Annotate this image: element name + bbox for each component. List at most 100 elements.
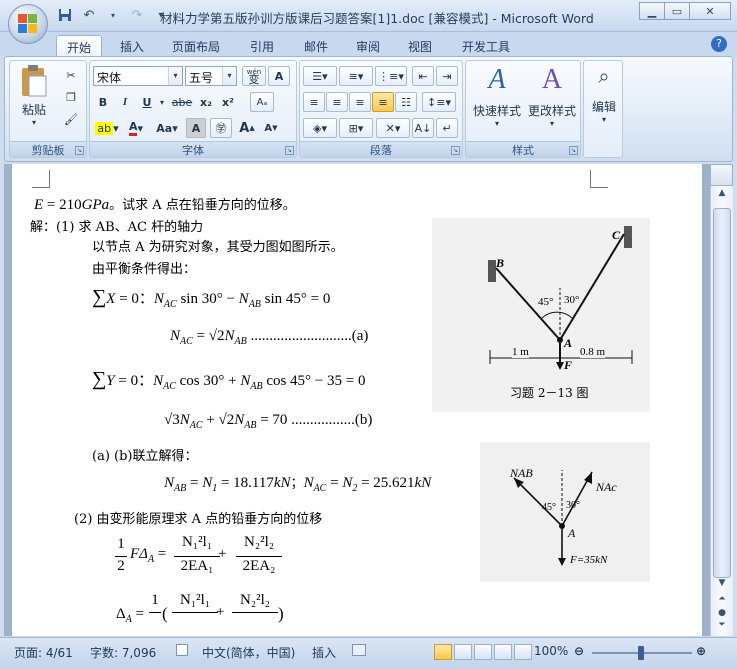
- clipboard-group: 粘贴 ▾ ✂ ❐ 🖌 剪贴板 ↘: [9, 60, 87, 158]
- scroll-down-icon[interactable]: ▼: [714, 578, 730, 594]
- paragraph-dialog-launcher-icon[interactable]: ↘: [451, 146, 460, 155]
- bold-button[interactable]: B: [93, 92, 113, 112]
- outline-view-button[interactable]: [494, 644, 512, 660]
- status-page[interactable]: 页面: 4/61: [14, 644, 73, 661]
- align-left-button[interactable]: ≡: [303, 92, 325, 112]
- binoculars-icon: ⌕: [598, 64, 610, 88]
- enclose-char-button[interactable]: ㊫: [210, 118, 232, 138]
- close-button[interactable]: ✕: [689, 2, 731, 20]
- numbering-button[interactable]: ≡▾: [339, 66, 373, 86]
- shrink-font-button[interactable]: A ▼: [260, 118, 282, 138]
- proofing-icon[interactable]: [176, 644, 188, 656]
- grow-font-button[interactable]: A ▲: [236, 118, 258, 138]
- quick-styles-button[interactable]: A 快速样式 ▾: [469, 64, 525, 136]
- copy-icon[interactable]: ❐: [60, 87, 82, 107]
- tab-developer[interactable]: 开发工具: [452, 35, 520, 57]
- justify-button[interactable]: ≡: [372, 92, 394, 112]
- chinese-layout-button[interactable]: ✕▾: [376, 118, 410, 138]
- font-size-select[interactable]: 五号 ▾: [185, 66, 237, 86]
- paste-button[interactable]: 粘贴 ▾: [14, 64, 54, 136]
- help-icon[interactable]: ?: [711, 36, 727, 52]
- vertical-scrollbar[interactable]: ▲ ▼ ⏶ ● ⏷: [710, 186, 733, 636]
- eq6-bar1: [174, 556, 220, 557]
- web-layout-view-button[interactable]: [474, 644, 492, 660]
- subscript-button[interactable]: x₂: [196, 92, 216, 112]
- tab-page-layout[interactable]: 页面布局: [162, 35, 230, 57]
- highlight-button[interactable]: ab ▾: [93, 118, 121, 138]
- next-page-icon[interactable]: ⏷: [714, 620, 730, 636]
- bullets-button[interactable]: ☰▾: [303, 66, 337, 86]
- document-page[interactable]: E = 210GPa。试求 A 点在铅垂方向的位移。 解：(1) 求 AB、AC…: [12, 164, 702, 636]
- clear-formatting-button[interactable]: Aₐ: [250, 92, 274, 112]
- label-a: A: [564, 336, 573, 350]
- eq7-lhs: ΔA =: [116, 606, 144, 625]
- underline-dropdown-icon[interactable]: ▾: [157, 92, 167, 112]
- char-border-button[interactable]: A: [268, 66, 290, 86]
- status-bar: 页面: 4/61 字数: 7,096 中文(简体，中国) 插入 100% ⊖ ⊕: [0, 637, 737, 669]
- status-insert-mode[interactable]: 插入: [312, 644, 336, 661]
- phonetic-guide-button[interactable]: wén 变: [242, 66, 266, 86]
- maximize-button[interactable]: ▭: [664, 2, 690, 20]
- font-family-select[interactable]: 宋体 ▾: [93, 66, 183, 86]
- format-painter-icon[interactable]: 🖌: [60, 109, 82, 129]
- tab-home[interactable]: 开始: [56, 35, 103, 57]
- decrease-indent-button[interactable]: ⇤: [412, 66, 434, 86]
- cut-icon[interactable]: ✂: [60, 65, 82, 85]
- print-layout-view-button[interactable]: [434, 644, 452, 660]
- undo-icon[interactable]: ↶: [80, 6, 98, 24]
- editing-label: 编辑: [591, 100, 616, 114]
- increase-indent-button[interactable]: ⇥: [436, 66, 458, 86]
- free-body-diagram: [513, 470, 593, 566]
- borders-button[interactable]: ⊞▾: [339, 118, 373, 138]
- char-shading-button[interactable]: A: [186, 118, 206, 138]
- ruler-toggle-button[interactable]: [710, 164, 733, 186]
- underline-button[interactable]: U: [137, 92, 157, 112]
- superscript-button[interactable]: x²: [218, 92, 238, 112]
- change-styles-button[interactable]: A 更改样式 ▾: [524, 64, 580, 136]
- save-icon[interactable]: [56, 6, 74, 24]
- tab-insert[interactable]: 插入: [110, 35, 154, 57]
- zoom-out-icon[interactable]: ⊖: [574, 644, 584, 658]
- editing-button[interactable]: ⌕ 编辑 ▾: [586, 64, 622, 136]
- multilevel-list-button[interactable]: ⋮≡▾: [375, 66, 407, 86]
- quick-styles-label: 快速样式: [472, 104, 521, 118]
- undo-dropdown-icon[interactable]: ▾: [104, 6, 122, 24]
- redo-icon[interactable]: ↷: [128, 6, 146, 24]
- label-fb-a: A: [568, 526, 576, 540]
- zoom-slider-thumb[interactable]: [638, 646, 644, 660]
- clipboard-dialog-launcher-icon[interactable]: ↘: [75, 146, 84, 155]
- shading-button[interactable]: ◈▾: [303, 118, 337, 138]
- zoom-in-icon[interactable]: ⊕: [696, 644, 706, 658]
- show-marks-button[interactable]: ↵: [436, 118, 458, 138]
- fullscreen-reading-view-button[interactable]: [454, 644, 472, 660]
- minimize-button[interactable]: ▁: [639, 2, 665, 20]
- align-center-button[interactable]: ≡: [326, 92, 348, 112]
- eq7-bar2: [232, 612, 278, 613]
- label-fb-45: 45°: [542, 502, 556, 513]
- font-dialog-launcher-icon[interactable]: ↘: [285, 146, 294, 155]
- tab-review[interactable]: 审阅: [346, 35, 390, 57]
- distributed-button[interactable]: ☷: [395, 92, 417, 112]
- draft-view-button[interactable]: [514, 644, 532, 660]
- status-zoom[interactable]: 100%: [534, 644, 568, 658]
- strikethrough-button[interactable]: abe: [170, 92, 194, 112]
- status-word-count[interactable]: 字数: 7,096: [90, 644, 156, 661]
- change-case-button[interactable]: Aa ▾: [152, 118, 182, 138]
- macro-record-icon[interactable]: [352, 644, 366, 656]
- scroll-up-icon[interactable]: ▲: [714, 188, 730, 204]
- italic-button[interactable]: I: [115, 92, 135, 112]
- line-spacing-button[interactable]: ↕≡▾: [422, 92, 456, 112]
- figure-caption: 习题 2－13 图: [510, 386, 589, 400]
- tab-mailings[interactable]: 邮件: [294, 35, 338, 57]
- tab-view[interactable]: 视图: [398, 35, 442, 57]
- styles-dialog-launcher-icon[interactable]: ↘: [569, 146, 578, 155]
- tab-references[interactable]: 引用: [240, 35, 284, 57]
- clipboard-group-label: 剪贴板 ↘: [10, 141, 86, 157]
- status-language[interactable]: 中文(简体，中国): [202, 644, 295, 661]
- office-button[interactable]: [8, 4, 48, 44]
- equation-a: NAC = √2NAB ...........................(…: [170, 328, 369, 347]
- align-right-button[interactable]: ≡: [349, 92, 371, 112]
- scroll-thumb[interactable]: [713, 208, 731, 578]
- font-color-button[interactable]: A ▾: [123, 118, 149, 138]
- sort-button[interactable]: A↓: [412, 118, 434, 138]
